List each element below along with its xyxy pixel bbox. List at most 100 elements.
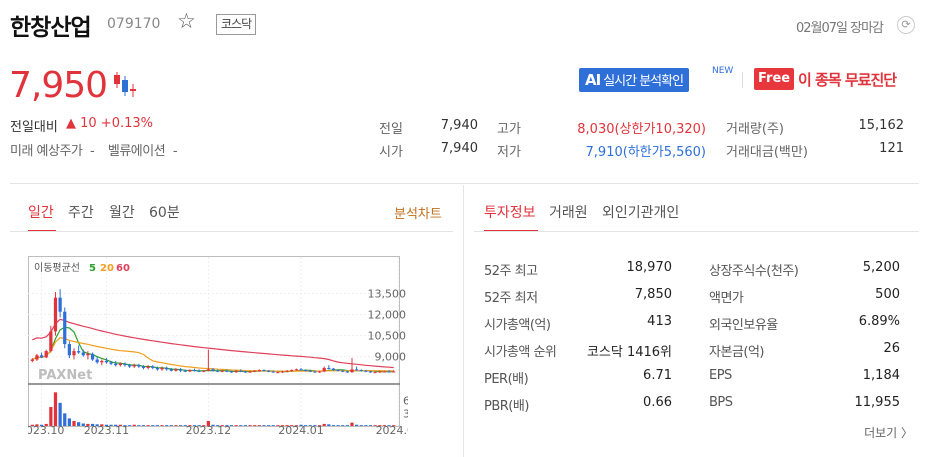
refresh-icon[interactable]: ⟳ [897, 16, 915, 34]
inv-right-value: 6.89% [858, 314, 900, 329]
candle-body [197, 370, 201, 372]
volume-bar [178, 425, 183, 426]
candle-body [262, 370, 266, 372]
candle-body [155, 367, 160, 370]
free-diagnosis-link[interactable]: 이 종목 무료진단 [798, 69, 897, 90]
more-link[interactable]: 더보기 〉 [864, 424, 913, 441]
ma-legend-60: 60 [116, 263, 130, 274]
inv-left-value: 6.71 [643, 368, 672, 383]
volume-bar [327, 424, 331, 426]
inv-left-label: 52주 최고 [484, 264, 538, 279]
candle-body [118, 363, 122, 366]
volume-bar [53, 392, 58, 426]
tab-investment-info[interactable]: 투자정보 [484, 202, 536, 222]
favorite-star-icon[interactable]: ☆ [177, 9, 196, 33]
amount-value: 121 [879, 141, 904, 156]
inv-right-value: 1,184 [862, 368, 900, 383]
volume-bar [368, 425, 373, 426]
candle-body [63, 311, 67, 345]
tab-monthly[interactable]: 월간 [109, 202, 135, 222]
y-tick-label: 9,000 [375, 351, 407, 364]
tab-daily[interactable]: 일간 [28, 202, 54, 222]
candle-body [39, 355, 44, 358]
inv-right-label: 자본금(억) [709, 345, 764, 360]
candle-body [239, 370, 243, 372]
candle-body [35, 355, 39, 360]
inv-left-label: 52주 최저 [484, 291, 538, 306]
volume-bar [345, 425, 349, 426]
candle-body [127, 365, 132, 367]
free-badge[interactable]: Free [754, 68, 795, 90]
tab-weekly[interactable]: 주간 [68, 202, 94, 222]
volume-bar [364, 425, 368, 426]
ai-text: 실시간 분석확인 [603, 74, 684, 89]
section-divider [10, 183, 919, 184]
low-value: 7,910(하한가5,560) [585, 145, 706, 160]
volume-bar [253, 425, 257, 426]
inv-left-label: PBR(배) [484, 399, 529, 414]
tab-investor-trend[interactable]: 외인기관개인 [602, 202, 679, 222]
inv-right-value: 11,955 [854, 395, 901, 410]
volume-bar [169, 425, 173, 426]
forecast-label: 미래 예상주가 [10, 144, 83, 159]
volume-bar [271, 425, 275, 426]
candle-body [248, 371, 252, 373]
volume-bar [165, 425, 169, 426]
inv-right-label: 외국인보유율 [709, 318, 778, 333]
candle-body [317, 371, 322, 373]
candle-body [151, 366, 155, 368]
candle-body [253, 370, 257, 372]
candle-body [304, 370, 308, 372]
candle-body [183, 370, 187, 372]
candle-body [178, 369, 183, 371]
candle-body [313, 371, 317, 373]
candle-body [67, 344, 72, 356]
inv-left-value: 18,970 [626, 260, 673, 275]
volume-bar [72, 420, 76, 426]
volume-label: 거래량(주) [726, 122, 784, 137]
price-chart[interactable]: 13,500 12,000 10,500 9,000 6M3M 2023.10 2023.… [28, 256, 408, 436]
volume-bar [174, 425, 178, 426]
high-value: 8,030(상한가10,320) [577, 122, 706, 137]
candle-body [100, 360, 104, 363]
candle-body [220, 370, 224, 372]
volume-bar [141, 425, 146, 426]
volume-bar [354, 424, 359, 426]
ma-legend-5: 5 [89, 263, 96, 274]
volume-bar [137, 425, 141, 426]
new-badge: NEW [712, 66, 734, 76]
forecast-value: - [90, 144, 95, 159]
candle-body [30, 359, 34, 361]
tab-broker[interactable]: 거래원 [549, 202, 588, 222]
candle-body [350, 369, 354, 373]
x-tick-label: 2024.02 [376, 424, 408, 436]
candle-body [290, 370, 294, 372]
tab-60min[interactable]: 60분 [149, 202, 180, 222]
candle-body [308, 370, 312, 372]
x-tick-label: 2023.11 [84, 424, 130, 436]
candle-body [276, 372, 280, 374]
candle-body [49, 331, 53, 352]
volume-value: 15,162 [858, 118, 905, 133]
candle-body [373, 372, 377, 374]
volume-bar [336, 425, 340, 426]
candle-body [58, 297, 62, 312]
candle-body [104, 360, 109, 363]
candle-body [378, 371, 382, 373]
inv-right-label: 상장주식수(천주) [709, 264, 799, 279]
inv-left-value: 코스닥 1416위 [586, 345, 672, 360]
candle-body [341, 370, 345, 372]
candle-body [216, 370, 220, 372]
candle-body [81, 352, 85, 356]
candle-body [285, 370, 289, 372]
candle-body [211, 369, 215, 371]
inv-right-label: EPS [709, 368, 732, 383]
volume-bar [331, 425, 336, 426]
candle-body [132, 365, 136, 367]
candle-body [146, 366, 150, 368]
candle-body [53, 297, 58, 332]
ai-analysis-button[interactable]: AI 실시간 분석확인 [579, 68, 690, 92]
analysis-chart-link[interactable]: 분석차트 [394, 203, 442, 222]
candle-body [202, 370, 206, 372]
volume-bar [67, 418, 72, 426]
